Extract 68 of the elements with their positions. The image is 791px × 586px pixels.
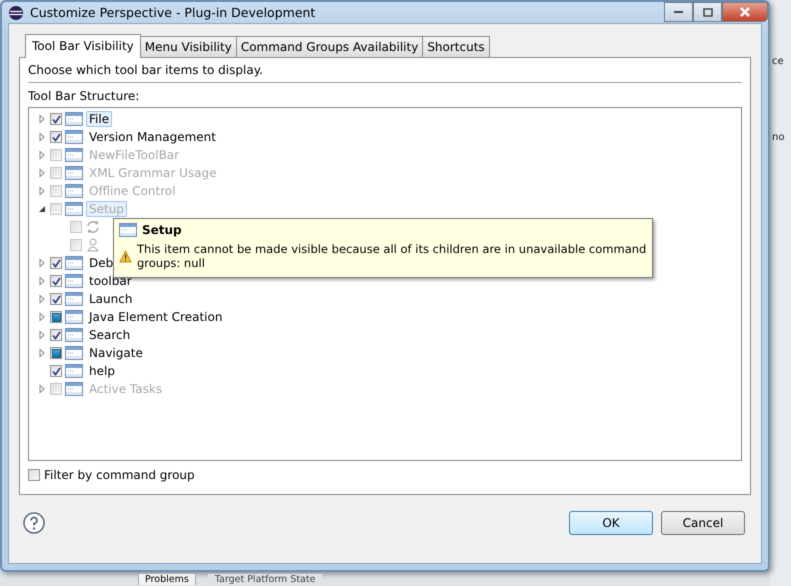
minimize-icon: [674, 10, 684, 14]
close-button[interactable]: [722, 2, 768, 22]
minimize-button[interactable]: [664, 2, 693, 22]
toolbar-icon: [65, 166, 83, 180]
background-text: no: [772, 132, 784, 143]
tab[interactable]: Shortcuts: [422, 36, 490, 57]
expand-arrow-icon[interactable]: [37, 330, 47, 340]
toolbar-icon: [65, 382, 83, 396]
tree-item[interactable]: Navigate: [86, 345, 146, 361]
checkbox[interactable]: [50, 311, 62, 323]
toolbar-icon: [119, 223, 137, 237]
toolbar-icon: [65, 256, 83, 270]
checkbox[interactable]: [50, 365, 62, 377]
toolbar-icon: [65, 148, 83, 162]
eclipse-icon: [8, 4, 24, 20]
tooltip-title: Setup: [142, 223, 182, 237]
toolbar-icon: [65, 292, 83, 306]
window-title: Customize Perspective - Plug-in Development: [30, 5, 316, 20]
description-text: Choose which tool bar items to display.: [28, 62, 264, 79]
help-icon[interactable]: [23, 512, 45, 534]
sync-arrows-icon: [85, 220, 101, 234]
background-text: ce: [772, 56, 784, 67]
checkbox-label: Filter by command group: [44, 468, 195, 482]
tab[interactable]: Tool Bar Visibility: [25, 34, 141, 58]
tab[interactable]: Menu Visibility: [140, 36, 237, 57]
tree-item[interactable]: Java Element Creation: [86, 309, 226, 325]
expand-arrow-icon[interactable]: [37, 294, 47, 304]
toolbar-icon: [65, 184, 83, 198]
toolbar-icon: [65, 346, 83, 360]
dialog-button[interactable]: Cancel: [661, 511, 745, 535]
checkbox[interactable]: [50, 131, 62, 143]
tree-item[interactable]: Version Management: [86, 129, 219, 145]
tree-item[interactable]: Deb: [86, 255, 116, 271]
person-icon: [85, 238, 101, 252]
tooltip-message: This item cannot be made visible because all of its children are in unavailable command groups: null: [137, 242, 648, 270]
expand-arrow-icon[interactable]: [37, 132, 47, 142]
checkbox[interactable]: [50, 113, 62, 125]
toolbar-icon: [65, 202, 83, 216]
tree-label: Tool Bar Structure:: [28, 89, 140, 103]
checkbox[interactable]: [50, 347, 62, 359]
checkbox[interactable]: [50, 293, 62, 305]
dialog-button[interactable]: OK: [569, 511, 653, 535]
expand-arrow-icon[interactable]: [37, 348, 47, 358]
restore-icon: [702, 8, 712, 16]
toolbar-icon: [65, 274, 83, 288]
toolbar-icon: [65, 364, 83, 378]
tree-item[interactable]: Search: [86, 327, 134, 343]
toolbar-icon: [65, 310, 83, 324]
expand-arrow-icon[interactable]: [37, 114, 47, 124]
restore-button[interactable]: [693, 2, 722, 22]
close-icon: [738, 7, 752, 17]
tree-item[interactable]: toolbar: [86, 273, 135, 289]
toolbar-icon: [65, 328, 83, 342]
tree-item[interactable]: File: [86, 111, 112, 127]
toolbar-icon: [65, 112, 83, 126]
view-title[interactable]: Problems: [138, 574, 196, 585]
expand-arrow-icon[interactable]: [37, 258, 47, 268]
expand-arrow-icon[interactable]: [37, 276, 47, 286]
tree-item[interactable]: Launch: [86, 291, 136, 307]
expand-arrow-icon[interactable]: [37, 312, 47, 322]
checkbox[interactable]: [50, 257, 62, 269]
checkbox[interactable]: [50, 275, 62, 287]
toolbar-icon: [65, 130, 83, 144]
checkbox[interactable]: [28, 469, 40, 481]
checkbox[interactable]: [50, 329, 62, 341]
tab[interactable]: Command Groups Availability: [236, 36, 424, 57]
warning-icon: [119, 250, 132, 263]
tree-item[interactable]: help: [86, 363, 118, 379]
